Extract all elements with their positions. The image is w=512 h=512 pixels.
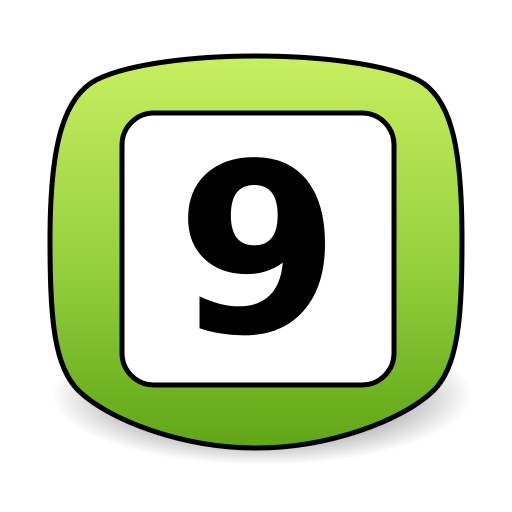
badge-number: 9 <box>175 113 341 388</box>
number-badge-icon: 9 <box>0 0 512 512</box>
